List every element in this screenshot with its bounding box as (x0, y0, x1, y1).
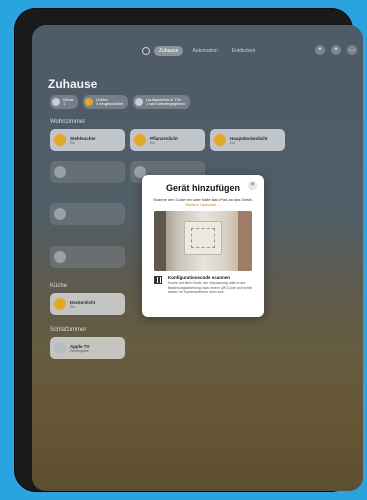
chip-value: 1 wird wiedergegeben (145, 101, 186, 106)
tile-hauptdeckenlicht[interactable]: Hauptdeckenlicht Ein (210, 129, 285, 151)
toolbar-actions: • + … (315, 45, 357, 55)
modal-subtitle: Scanne den Code ein oder halte das iPad … (152, 197, 254, 207)
tile-state: Ein (70, 140, 76, 145)
qr-code-icon (154, 276, 162, 284)
tile-state: Ein (150, 140, 156, 145)
sidebar-icon[interactable] (142, 47, 150, 55)
tab-entdecken[interactable]: Entdecken (227, 46, 261, 56)
ipad-frame: Zuhause Automation Entdecken • + … Zuhau… (14, 8, 363, 492)
device-icon (54, 208, 66, 220)
top-toolbar: Zuhause Automation Entdecken • + … (32, 45, 363, 59)
section-kueche: Küche (50, 283, 68, 289)
tile-state: Ein (230, 140, 236, 145)
scan-instructions: Konfigurationscode scannen Suche auf dem… (168, 275, 254, 295)
tile-stehleuchte[interactable]: Stehleuchte Ein (50, 129, 125, 151)
status-chips: Klima 1 Lichter 3 eingeschaltet Lautspre… (50, 95, 191, 109)
modal-title: Gerät hinzufügen (166, 183, 240, 193)
tile-state: Wiedergabe (70, 348, 89, 353)
voice-icon[interactable]: • (315, 45, 325, 55)
tile-pflanzenlicht[interactable]: Pflanzenlicht Ein (130, 129, 205, 151)
tile-name: Pflanzenlicht (150, 135, 178, 141)
scan-title: Konfigurationscode scannen (168, 275, 231, 280)
lightbulb-icon (134, 134, 146, 146)
home-screen: Zuhause Automation Entdecken • + … Zuhau… (32, 25, 363, 491)
tab-zuhause[interactable]: Zuhause (154, 46, 184, 56)
lightbulb-icon (214, 134, 226, 146)
tile-name: Deckenlicht (70, 299, 96, 305)
page-title: Zuhause (48, 77, 98, 91)
tv-icon (134, 98, 143, 106)
chip-value: 3 eingeschaltet (96, 101, 123, 106)
segment-tabs: Zuhause Automation Entdecken (142, 45, 260, 57)
camera-viewfinder (154, 211, 252, 271)
tile-name: Apple TV (70, 343, 90, 349)
chip-lichter[interactable]: Lichter 3 eingeschaltet (83, 95, 128, 109)
add-device-modal: × Gerät hinzufügen Scanne den Code ein o… (142, 175, 264, 317)
tab-automation[interactable]: Automation (187, 46, 222, 56)
tv-icon (54, 342, 66, 354)
tile-hidden-1[interactable] (50, 161, 125, 183)
lightbulb-icon (54, 134, 66, 146)
camera-scene-part (154, 211, 166, 271)
more-options-link[interactable]: Weitere Optionen ... (185, 202, 221, 207)
tile-appletv[interactable]: Apple TV Wiedergabe (50, 337, 125, 359)
chip-value: 1 (63, 101, 66, 106)
tile-hidden-3[interactable] (50, 203, 125, 225)
tile-hidden-4[interactable] (50, 246, 125, 268)
camera-scene-part (184, 221, 222, 255)
chip-lautsprecher[interactable]: Lautsprecher & TVs 1 wird wiedergegeben (132, 95, 191, 109)
lightbulb-icon (85, 98, 94, 106)
add-icon[interactable]: + (331, 45, 341, 55)
thermometer-icon (52, 98, 60, 106)
scan-description: Suche auf dem Gerät, der Verpackung oder… (168, 281, 252, 294)
tile-name: Stehleuchte (70, 135, 96, 141)
lightbulb-icon (54, 298, 66, 310)
device-icon (54, 166, 66, 178)
more-icon[interactable]: … (347, 45, 357, 55)
section-wohnzimmer: Wohnzimmer (50, 119, 86, 125)
camera-scene-part (238, 211, 252, 271)
section-schlafzimmer: Schlafzimmer (50, 327, 87, 333)
tile-name: Hauptdeckenlicht (230, 135, 268, 141)
tile-deckenlicht[interactable]: Deckenlicht Ein (50, 293, 125, 315)
tile-state: Ein (70, 304, 76, 309)
chip-klima[interactable]: Klima 1 (50, 95, 79, 109)
device-icon (54, 251, 66, 263)
